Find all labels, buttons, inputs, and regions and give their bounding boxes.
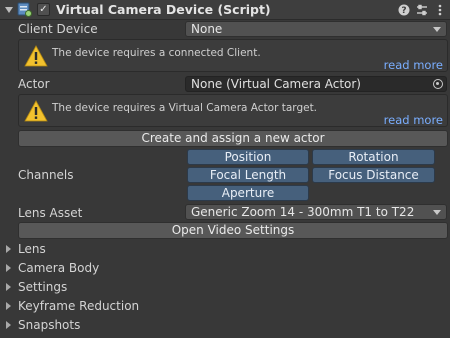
- chevron-down-icon: [433, 210, 441, 215]
- channel-focus-distance-button[interactable]: Focus Distance: [312, 167, 435, 183]
- foldout-keyframe-reduction[interactable]: Keyframe Reduction: [0, 297, 450, 315]
- chevron-right-icon: [6, 264, 11, 272]
- foldout-lens[interactable]: Lens: [0, 240, 450, 258]
- actor-object-field[interactable]: None (Virtual Camera Actor): [185, 76, 447, 92]
- actor-label: Actor: [18, 77, 50, 91]
- svg-text:?: ?: [401, 6, 406, 16]
- actor-helpbox: The device requires a Virtual Camera Act…: [18, 94, 448, 127]
- client-device-read-more-link[interactable]: read more: [384, 58, 443, 72]
- actor-value: None (Virtual Camera Actor): [191, 77, 361, 91]
- warning-icon: [24, 45, 48, 67]
- more-options-icon[interactable]: [433, 3, 447, 17]
- warning-icon: [24, 100, 48, 122]
- client-device-dropdown[interactable]: None: [185, 21, 447, 37]
- foldout-label: Snapshots: [18, 318, 81, 332]
- collapse-arrow-icon[interactable]: [5, 7, 13, 13]
- actor-help-text: The device requires a Virtual Camera Act…: [52, 102, 318, 114]
- lens-asset-label: Lens Asset: [18, 206, 83, 220]
- client-device-label: Client Device: [18, 22, 98, 36]
- foldout-label: Camera Body: [18, 261, 100, 275]
- open-video-settings-button[interactable]: Open Video Settings: [18, 222, 448, 239]
- component-title: Virtual Camera Device (Script): [56, 2, 271, 17]
- channel-focal-length-button[interactable]: Focal Length: [187, 167, 309, 183]
- chevron-right-icon: [6, 302, 11, 310]
- component-enabled-checkbox[interactable]: ✓: [37, 3, 50, 16]
- lens-asset-value: Generic Zoom 14 - 300mm T1 to T22: [191, 205, 415, 219]
- create-actor-button[interactable]: Create and assign a new actor: [18, 130, 448, 147]
- presets-icon[interactable]: [415, 3, 429, 17]
- channel-aperture-button[interactable]: Aperture: [187, 185, 309, 201]
- chevron-down-icon: [433, 27, 441, 32]
- foldout-camera-body[interactable]: Camera Body: [0, 259, 450, 277]
- client-device-help-text: The device requires a connected Client.: [52, 47, 261, 59]
- help-icon[interactable]: ?: [397, 3, 411, 17]
- actor-read-more-link[interactable]: read more: [384, 113, 443, 127]
- foldout-snapshots[interactable]: Snapshots: [0, 316, 450, 334]
- client-device-value: None: [191, 22, 223, 36]
- chevron-right-icon: [6, 245, 11, 253]
- object-picker-icon[interactable]: [433, 79, 443, 89]
- channel-rotation-button[interactable]: Rotation: [312, 149, 435, 165]
- channel-position-button[interactable]: Position: [187, 149, 309, 165]
- lens-asset-dropdown[interactable]: Generic Zoom 14 - 300mm T1 to T22: [185, 204, 447, 220]
- channels-label: Channels: [18, 168, 74, 182]
- foldout-label: Keyframe Reduction: [18, 299, 140, 313]
- virtual-camera-script-icon: [17, 2, 32, 17]
- foldout-label: Settings: [18, 280, 68, 294]
- foldout-label: Lens: [18, 242, 46, 256]
- chevron-right-icon: [6, 321, 11, 329]
- client-device-helpbox: The device requires a connected Client. …: [18, 39, 448, 72]
- foldout-settings[interactable]: Settings: [0, 278, 450, 296]
- chevron-right-icon: [6, 283, 11, 291]
